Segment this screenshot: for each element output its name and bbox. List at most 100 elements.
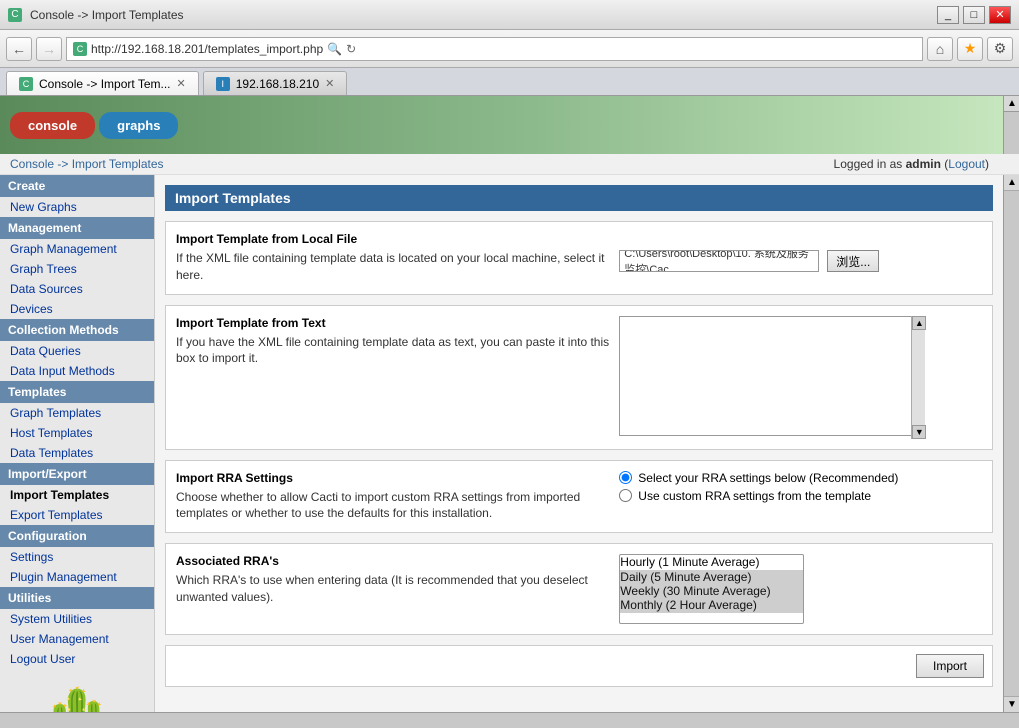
- sidebar-section-utilities[interactable]: Utilities: [0, 587, 154, 609]
- home-button[interactable]: ⌂: [927, 37, 953, 61]
- tabs-bar: C Console -> Import Tem... ✕ I 192.168.1…: [0, 68, 1019, 96]
- sidebar-section-import-export[interactable]: Import/Export: [0, 463, 154, 485]
- local-file-desc: If the XML file containing template data…: [176, 250, 609, 284]
- minimize-button[interactable]: _: [937, 6, 959, 24]
- local-file-title: Import Template from Local File: [176, 232, 609, 246]
- import-btn-container: Import: [174, 654, 984, 678]
- scroll-up-icon[interactable]: ▲: [1004, 96, 1019, 112]
- file-path-text: C:\Users\root\Desktop\10. 系统及服务监控\Cac: [624, 250, 814, 272]
- maximize-button[interactable]: □: [963, 6, 985, 24]
- nav-bar: ← → C http://192.168.18.201/templates_im…: [0, 30, 1019, 68]
- title-bar: C Console -> Import Templates _ □ ✕: [0, 0, 1019, 30]
- forward-button[interactable]: →: [36, 37, 62, 61]
- assoc-rra-table: Associated RRA's Which RRA's to use when…: [176, 554, 982, 624]
- rra-option-monthly[interactable]: Monthly (2 Hour Average): [620, 598, 803, 612]
- main-area: Create New Graphs Management Graph Manag…: [0, 175, 1019, 712]
- rra-radio-recommended-label: Select your RRA settings below (Recommen…: [638, 471, 898, 485]
- favorites-button[interactable]: ★: [957, 37, 983, 61]
- rra-listbox[interactable]: Hourly (1 Minute Average) Daily (5 Minut…: [619, 554, 804, 624]
- text-import-textarea[interactable]: [619, 316, 925, 436]
- sidebar-section-templates[interactable]: Templates: [0, 381, 154, 403]
- app-header: console graphs ▲: [0, 96, 1019, 154]
- textarea-scroll-track: [912, 330, 925, 425]
- rra-settings-title: Import RRA Settings: [176, 471, 609, 485]
- textarea-scroll-down[interactable]: ▼: [912, 425, 926, 439]
- back-button[interactable]: ←: [6, 37, 32, 61]
- sidebar-item-host-templates[interactable]: Host Templates: [0, 423, 154, 443]
- browser-tab-2[interactable]: I 192.168.18.210 ✕: [203, 71, 348, 95]
- from-text-table: Import Template from Text If you have th…: [176, 316, 982, 439]
- tab-label-2: 192.168.18.210: [236, 77, 319, 91]
- file-input-display: C:\Users\root\Desktop\10. 系统及服务监控\Cac: [619, 250, 819, 272]
- import-button[interactable]: Import: [916, 654, 984, 678]
- rra-settings-table: Import RRA Settings Choose whether to al…: [176, 471, 982, 523]
- breadcrumb: Console -> Import Templates: [10, 157, 164, 171]
- sidebar-section-collection-methods[interactable]: Collection Methods: [0, 319, 154, 341]
- sidebar-item-import-templates[interactable]: Import Templates: [0, 485, 154, 505]
- assoc-rra-title: Associated RRA's: [176, 554, 609, 568]
- rra-radio-custom-input[interactable]: [619, 489, 632, 502]
- sidebar-item-graph-templates[interactable]: Graph Templates: [0, 403, 154, 423]
- sidebar-section-create[interactable]: Create: [0, 175, 154, 197]
- bottom-scrollbar: [0, 712, 1019, 728]
- sidebar-item-export-templates[interactable]: Export Templates: [0, 505, 154, 525]
- textarea-wrapper: ▲ ▼: [619, 316, 925, 439]
- rra-radio-custom-label: Use custom RRA settings from the templat…: [638, 489, 871, 503]
- sidebar-item-new-graphs[interactable]: New Graphs: [0, 197, 154, 217]
- tab-favicon-active: C: [19, 77, 33, 91]
- browse-button[interactable]: 浏览...: [827, 250, 879, 272]
- sidebar-item-graph-management[interactable]: Graph Management: [0, 239, 154, 259]
- sidebar-item-data-queries[interactable]: Data Queries: [0, 341, 154, 361]
- rra-settings-desc: Choose whether to allow Cacti to import …: [176, 489, 609, 523]
- sidebar-item-data-sources[interactable]: Data Sources: [0, 279, 154, 299]
- tab-label-active: Console -> Import Tem...: [39, 77, 171, 91]
- browser-tab-active[interactable]: C Console -> Import Tem... ✕: [6, 71, 199, 95]
- rra-option-daily[interactable]: Daily (5 Minute Average): [620, 570, 803, 584]
- rra-radio-recommended[interactable]: Select your RRA settings below (Recommen…: [619, 471, 982, 485]
- address-bar[interactable]: C http://192.168.18.201/templates_import…: [66, 37, 923, 61]
- textarea-scrollbar: ▲ ▼: [911, 316, 925, 439]
- from-text-desc: If you have the XML file containing temp…: [176, 334, 609, 368]
- sidebar-item-logout-user[interactable]: Logout User: [0, 649, 154, 669]
- tab-favicon-2: I: [216, 77, 230, 91]
- right-scrollbar: ▲ ▼: [1003, 175, 1019, 712]
- rra-radio-recommended-input[interactable]: [619, 471, 632, 484]
- content-area: Import Templates Import Template from Lo…: [155, 175, 1003, 712]
- logged-in-user: admin: [906, 157, 941, 171]
- section-local-file: Import Template from Local File If the X…: [165, 221, 993, 295]
- refresh-icon[interactable]: ↻: [346, 42, 356, 56]
- close-button[interactable]: ✕: [989, 6, 1011, 24]
- sidebar-section-configuration[interactable]: Configuration: [0, 525, 154, 547]
- rra-radio-custom[interactable]: Use custom RRA settings from the templat…: [619, 489, 982, 503]
- sidebar-item-graph-trees[interactable]: Graph Trees: [0, 259, 154, 279]
- tab-close-active[interactable]: ✕: [177, 77, 186, 90]
- sidebar-item-data-templates[interactable]: Data Templates: [0, 443, 154, 463]
- logout-link[interactable]: Logout: [948, 157, 985, 171]
- sidebar-item-system-utilities[interactable]: System Utilities: [0, 609, 154, 629]
- sidebar-item-user-management[interactable]: User Management: [0, 629, 154, 649]
- breadcrumb-bar: Console -> Import Templates Logged in as…: [0, 154, 1019, 175]
- rra-option-weekly[interactable]: Weekly (30 Minute Average): [620, 584, 803, 598]
- local-file-table: Import Template from Local File If the X…: [176, 232, 982, 284]
- cactus-icon: 🌵: [40, 684, 115, 713]
- header-scrollbar: ▲: [1003, 96, 1019, 154]
- settings-button[interactable]: ⚙: [987, 37, 1013, 61]
- graphs-nav-button[interactable]: graphs: [99, 112, 178, 139]
- rra-option-hourly[interactable]: Hourly (1 Minute Average): [620, 555, 803, 569]
- sidebar-item-devices[interactable]: Devices: [0, 299, 154, 319]
- sidebar-item-data-input-methods[interactable]: Data Input Methods: [0, 361, 154, 381]
- window-controls: _ □ ✕: [937, 6, 1011, 24]
- section-associated-rra: Associated RRA's Which RRA's to use when…: [165, 543, 993, 635]
- search-icon[interactable]: 🔍: [327, 42, 342, 56]
- favicon-icon: C: [73, 42, 87, 56]
- tab-close-2[interactable]: ✕: [325, 77, 334, 90]
- app-wrapper: console graphs ▲ Console -> Import Templ…: [0, 96, 1019, 728]
- sidebar-section-management[interactable]: Management: [0, 217, 154, 239]
- page-title: Import Templates: [165, 185, 993, 211]
- textarea-scroll-up[interactable]: ▲: [912, 316, 926, 330]
- sidebar-item-plugin-management[interactable]: Plugin Management: [0, 567, 154, 587]
- console-nav-button[interactable]: console: [10, 112, 95, 139]
- sidebar-item-settings[interactable]: Settings: [0, 547, 154, 567]
- scroll-down-button[interactable]: ▼: [1004, 696, 1019, 712]
- scroll-up-button[interactable]: ▲: [1004, 175, 1019, 191]
